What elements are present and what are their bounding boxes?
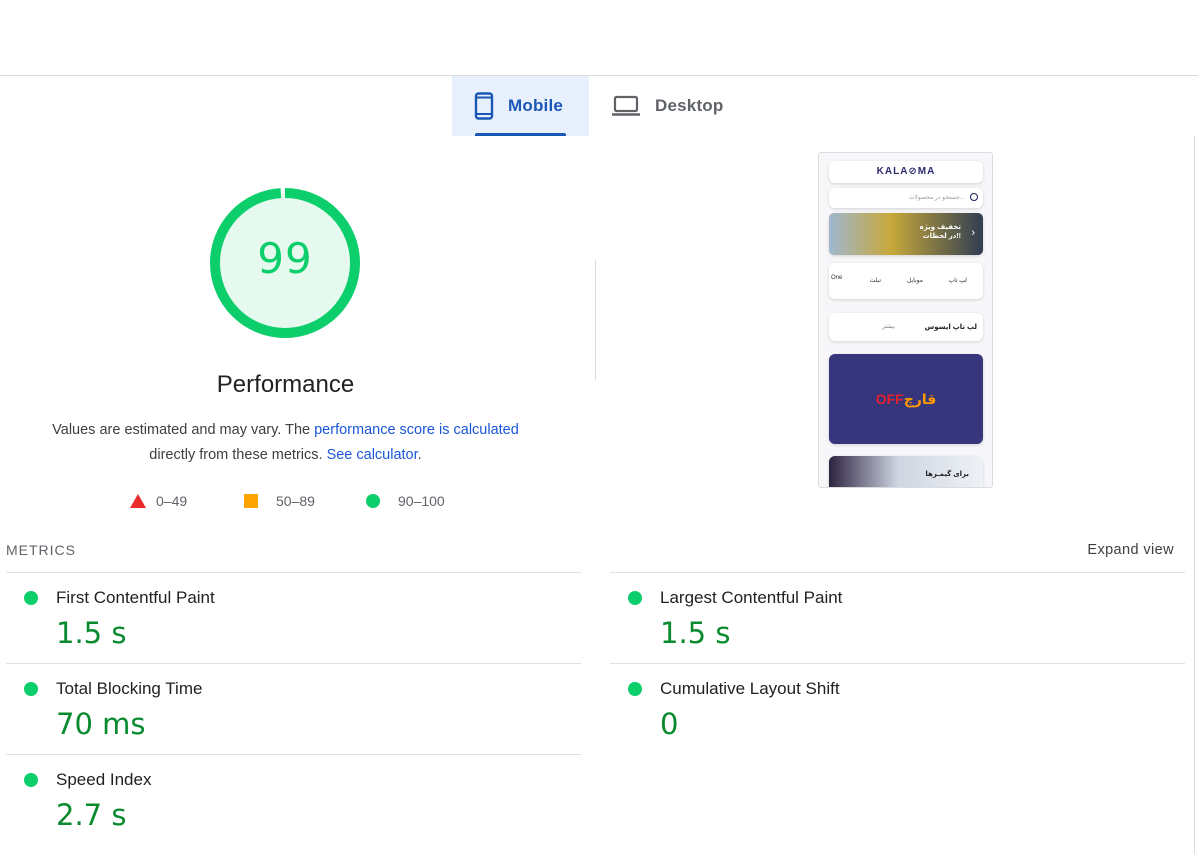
- preview-bottom-text: برای گیمـرها: [925, 471, 969, 478]
- desc-text: directly from these metrics.: [149, 447, 327, 463]
- score-legend: 0–49 50–89 90–100: [0, 492, 1198, 512]
- metric-name: First Contentful Paint: [56, 588, 215, 607]
- preview-category: لپ تاپ: [948, 278, 967, 284]
- preview-promo: OFFقارچ: [829, 354, 983, 444]
- desc-text: .: [417, 447, 422, 463]
- legend-fail: 0–49: [130, 493, 187, 509]
- preview-row-more: بیشتر: [882, 324, 895, 330]
- preview-category: موبایل: [906, 278, 923, 284]
- chevron-right-icon: ›: [971, 227, 975, 239]
- laptop-icon: [612, 95, 640, 116]
- metric-name: Cumulative Layout Shift: [660, 679, 840, 698]
- banner-line: تخفیف ویژه: [919, 224, 961, 231]
- metric-tbt: Total Blocking Time 70 ms: [6, 663, 581, 754]
- metrics-heading: METRICS: [6, 542, 76, 558]
- tab-desktop-label: Desktop: [655, 96, 724, 115]
- search-icon: [970, 193, 978, 201]
- pass-circle-icon: [24, 682, 38, 696]
- metric-value: 1.5 s: [56, 616, 127, 650]
- metric-name: Speed Index: [56, 770, 152, 789]
- see-calculator-link[interactable]: See calculator: [327, 447, 418, 463]
- square-icon: [244, 494, 258, 508]
- legend-average: 50–89: [244, 493, 315, 509]
- metric-si: Speed Index 2.7 s: [6, 754, 581, 845]
- preview-banner-text: تخفیف ویژه در لحظات!!: [920, 223, 961, 241]
- performance-score: 99: [257, 234, 313, 283]
- expand-view-button[interactable]: Expand view: [1087, 542, 1174, 558]
- preview-categories: لپ تاپ موبایل تبلت One: [829, 263, 983, 299]
- tab-desktop[interactable]: Desktop: [589, 76, 743, 136]
- preview-bottom-banner: برای گیمـرها: [829, 456, 983, 487]
- metric-name: Total Blocking Time: [56, 679, 203, 698]
- tab-mobile-label: Mobile: [508, 96, 564, 115]
- section-divider: [595, 260, 596, 380]
- performance-description: Values are estimated and may vary. The p…: [20, 418, 551, 468]
- metric-fcp: First Contentful Paint 1.5 s: [6, 572, 581, 663]
- desc-text: Values are estimated and may vary. The: [52, 422, 315, 438]
- top-bar: [0, 0, 1198, 76]
- score-calculated-link[interactable]: performance score is calculated: [314, 422, 519, 438]
- phone-icon: [474, 92, 494, 120]
- metric-name: Largest Contentful Paint: [660, 588, 843, 607]
- legend-average-label: 50–89: [276, 493, 315, 509]
- metric-cls: Cumulative Layout Shift 0: [610, 663, 1185, 754]
- pass-circle-icon: [24, 591, 38, 605]
- device-tabs: Mobile Desktop: [452, 76, 743, 136]
- preview-promo-off: OFF: [875, 391, 904, 407]
- preview-logo: KALA⊘MA: [829, 161, 983, 183]
- page-screenshot-preview: KALA⊘MA جستجو در محصولات... تخفیف ویژه د…: [818, 152, 993, 488]
- metric-value: 0: [660, 707, 679, 741]
- preview-promo-word: قارچ: [903, 391, 937, 407]
- metric-value: 1.5 s: [660, 616, 731, 650]
- preview-search-placeholder: جستجو در محصولات...: [908, 195, 965, 201]
- pass-circle-icon: [628, 682, 642, 696]
- circle-icon: [366, 494, 380, 508]
- pass-circle-icon: [24, 773, 38, 787]
- preview-search: جستجو در محصولات...: [829, 188, 983, 208]
- metric-value: 70 ms: [56, 707, 146, 741]
- legend-fail-label: 0–49: [156, 493, 188, 509]
- legend-pass-label: 90–100: [398, 493, 445, 509]
- tab-mobile[interactable]: Mobile: [452, 76, 589, 136]
- preview-row-title: لپ تاپ ایسوس: [924, 324, 977, 331]
- preview-banner: تخفیف ویژه در لحظات!! ›: [829, 213, 983, 255]
- legend-pass: 90–100: [366, 493, 445, 509]
- preview-category: One: [831, 275, 843, 281]
- preview-category: تبلت: [869, 278, 881, 284]
- performance-title: Performance: [216, 371, 355, 398]
- pass-circle-icon: [628, 591, 642, 605]
- preview-row: لپ تاپ ایسوس بیشتر: [829, 313, 983, 341]
- metric-value: 2.7 s: [56, 798, 127, 832]
- triangle-icon: [130, 494, 146, 508]
- metric-lcp: Largest Contentful Paint 1.5 s: [610, 572, 1185, 663]
- banner-line: در لحظات!!: [922, 233, 961, 240]
